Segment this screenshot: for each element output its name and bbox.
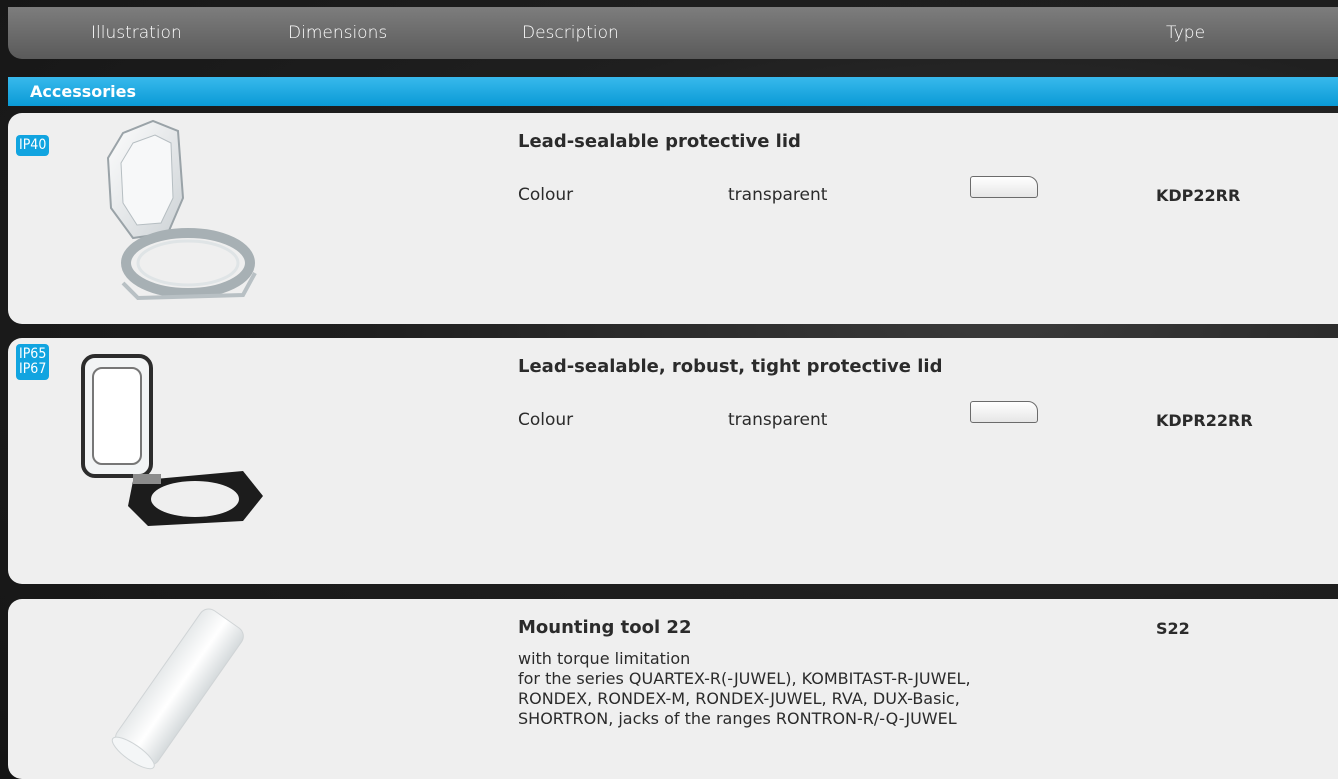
table-header: Illustration Dimensions Description Type bbox=[8, 7, 1338, 59]
product-title: Lead-sealable protective lid bbox=[518, 131, 801, 152]
ip-rating-label: IP67 bbox=[19, 361, 47, 377]
product-card: Mounting tool 22 with torque limitation … bbox=[8, 599, 1338, 779]
attribute-value: transparent bbox=[728, 410, 828, 430]
robust-protective-lid-image bbox=[81, 354, 263, 526]
product-card: IP40 Lead-sealable protective lid Colour… bbox=[8, 113, 1338, 324]
product-title: Lead-sealable, robust, tight protective … bbox=[518, 356, 943, 377]
product-type: KDPR22RR bbox=[1156, 411, 1253, 430]
ip-rating-badge: IP65 IP67 bbox=[16, 344, 50, 380]
ip-rating-label: IP40 bbox=[19, 137, 47, 153]
product-title: Mounting tool 22 bbox=[518, 617, 692, 638]
description-line: with torque limitation bbox=[518, 649, 691, 668]
protective-lid-image bbox=[106, 119, 257, 301]
column-header-description: Description bbox=[522, 23, 619, 43]
mounting-tool-image bbox=[111, 608, 244, 770]
column-header-type: Type bbox=[1166, 23, 1206, 43]
description-line: RONDEX, RONDEX-M, RONDEX-JUWEL, RVA, DUX… bbox=[518, 689, 960, 708]
description-line: SHORTRON, jacks of the ranges RONTRON-R/… bbox=[518, 709, 957, 728]
product-card: IP65 IP67 Lead-sealable, robust, tight p… bbox=[8, 338, 1338, 584]
column-header-illustration: Illustration bbox=[91, 23, 182, 43]
category-label: Accessories bbox=[30, 82, 136, 101]
attribute-label: Colour bbox=[518, 410, 574, 430]
attribute-label: Colour bbox=[518, 185, 574, 205]
colour-swatch bbox=[970, 401, 1038, 423]
ip-rating-badge: IP40 bbox=[16, 135, 50, 156]
attribute-value: transparent bbox=[728, 185, 828, 205]
description-line: for the series QUARTEX-R(-JUWEL), KOMBIT… bbox=[518, 669, 971, 688]
product-type: S22 bbox=[1156, 619, 1190, 638]
product-type: KDP22RR bbox=[1156, 186, 1241, 205]
product-description: with torque limitation for the series QU… bbox=[518, 649, 971, 729]
ip-rating-label: IP65 bbox=[19, 346, 47, 362]
colour-swatch bbox=[970, 176, 1038, 198]
column-header-dimensions: Dimensions bbox=[288, 23, 388, 43]
category-bar: Accessories bbox=[8, 77, 1338, 106]
